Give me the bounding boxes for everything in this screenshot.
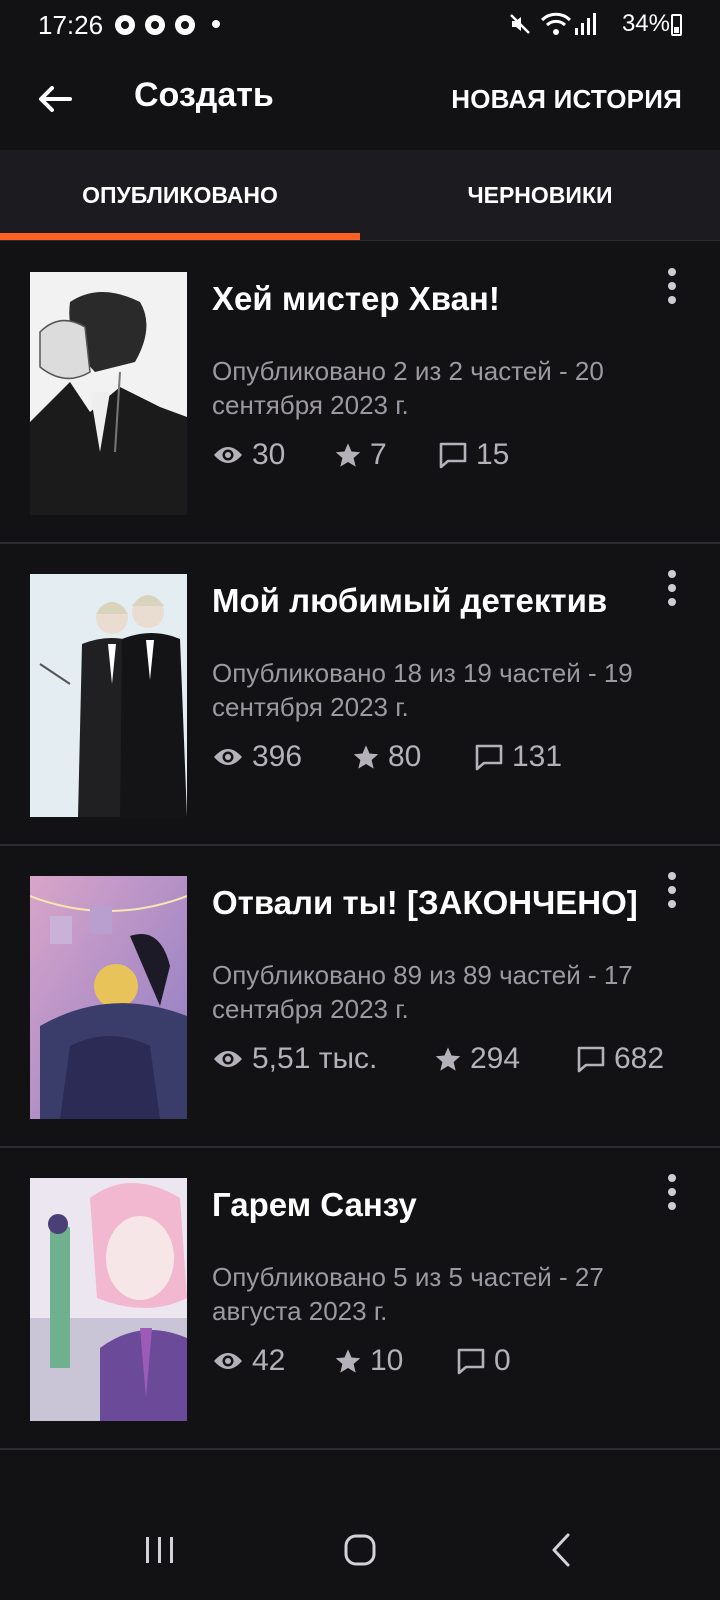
story-item[interactable]: Мой любимый детектив Опубликовано 18 из … [0, 544, 720, 846]
tab-bar: ОПУБЛИКОВАНО ЧЕРНОВИКИ [0, 150, 720, 241]
comment-icon [475, 744, 503, 771]
star-icon [335, 1349, 361, 1373]
battery-icon [671, 14, 682, 36]
more-options-icon[interactable] [662, 268, 682, 308]
votes-count: 10 [370, 1344, 404, 1377]
story-cover-image [30, 876, 187, 1119]
back-arrow-icon[interactable] [30, 74, 80, 124]
views-stat: 5,51 тыс. [212, 1042, 377, 1076]
tab-drafts[interactable]: ЧЕРНОВИКИ [360, 150, 720, 240]
signal-icon [575, 13, 596, 35]
story-publish-info: Опубликовано 18 из 19 частей - 19 сентяб… [212, 658, 633, 722]
eye-icon [214, 1051, 242, 1067]
status-time: 17:26 [38, 10, 104, 40]
comments-stat: 682 [576, 1042, 664, 1076]
story-title: Мой любимый детектив [212, 582, 608, 619]
page-title: Создать [134, 76, 274, 114]
comments-stat: 15 [438, 438, 509, 472]
story-item[interactable]: Гарем Санзу Опубликовано 5 из 5 частей -… [0, 1148, 720, 1450]
star-icon [353, 745, 379, 769]
comments-stat: 131 [474, 740, 562, 774]
comments-count: 15 [476, 438, 510, 471]
tab-published[interactable]: ОПУБЛИКОВАНО [0, 150, 360, 240]
more-options-icon[interactable] [662, 1174, 682, 1214]
views-count: 5,51 тыс. [252, 1042, 378, 1075]
comments-stat: 0 [456, 1344, 511, 1378]
views-stat: 30 [212, 438, 285, 472]
story-cover-image [30, 574, 187, 817]
star-icon [435, 1047, 461, 1071]
eye-icon [214, 749, 242, 765]
votes-stat: 7 [334, 438, 387, 472]
status-bar: 17:26 34% [0, 0, 720, 54]
story-stats: 5,51 тыс. 294 682 [212, 1042, 692, 1082]
tab-indicator [0, 233, 360, 240]
story-publish-info: Опубликовано 2 из 2 частей - 20 сентября… [212, 356, 604, 420]
story-item[interactable]: Отвали ты! [ЗАКОНЧЕНО] Опубликовано 89 и… [0, 846, 720, 1148]
app-bar: Создать НОВАЯ ИСТОРИЯ [0, 54, 720, 150]
story-cover-image [30, 1178, 187, 1421]
home-icon[interactable] [330, 1520, 390, 1580]
story-publish-info: Опубликовано 89 из 89 частей - 17 сентяб… [212, 960, 633, 1024]
views-stat: 396 [212, 740, 302, 774]
comments-count: 131 [512, 740, 563, 773]
story-stats: 30 7 15 [212, 438, 692, 478]
more-options-icon[interactable] [662, 872, 682, 912]
votes-count: 80 [388, 740, 422, 773]
comments-count: 0 [494, 1344, 511, 1377]
more-options-icon[interactable] [662, 570, 682, 610]
new-story-button[interactable]: НОВАЯ ИСТОРИЯ [451, 84, 682, 115]
chrome-icon [145, 15, 165, 35]
recent-apps-icon[interactable] [130, 1520, 190, 1580]
eye-icon [214, 1353, 242, 1369]
back-icon[interactable] [532, 1520, 592, 1580]
wifi-icon [540, 12, 572, 35]
chrome-icon [175, 15, 195, 35]
battery-percent: 34% [621, 10, 670, 37]
story-stats: 42 10 0 [212, 1344, 692, 1384]
story-cover-image [30, 272, 187, 515]
system-nav-bar [0, 1498, 720, 1600]
views-count: 396 [252, 740, 303, 773]
comments-count: 682 [614, 1042, 665, 1075]
views-stat: 42 [212, 1344, 285, 1378]
comment-icon [457, 1348, 485, 1375]
chrome-icon [115, 15, 135, 35]
views-count: 42 [252, 1344, 286, 1377]
mute-icon [510, 14, 530, 34]
eye-icon [214, 447, 242, 463]
story-stats: 396 80 131 [212, 740, 692, 780]
views-count: 30 [252, 438, 286, 471]
votes-count: 294 [470, 1042, 521, 1075]
votes-stat: 294 [434, 1042, 520, 1076]
star-icon [335, 443, 361, 467]
votes-count: 7 [370, 438, 387, 471]
comment-icon [439, 442, 467, 469]
story-publish-info: Опубликовано 5 из 5 частей - 27 августа … [212, 1262, 604, 1326]
story-title: Хей мистер Хван! [212, 280, 500, 317]
votes-stat: 80 [352, 740, 421, 774]
story-title: Отвали ты! [ЗАКОНЧЕНО] [212, 884, 638, 921]
comment-icon [577, 1046, 605, 1073]
votes-stat: 10 [334, 1344, 403, 1378]
story-title: Гарем Санзу [212, 1186, 417, 1223]
notification-dot-icon [212, 20, 220, 28]
story-item[interactable]: Хей мистер Хван! Опубликовано 2 из 2 час… [0, 242, 720, 544]
